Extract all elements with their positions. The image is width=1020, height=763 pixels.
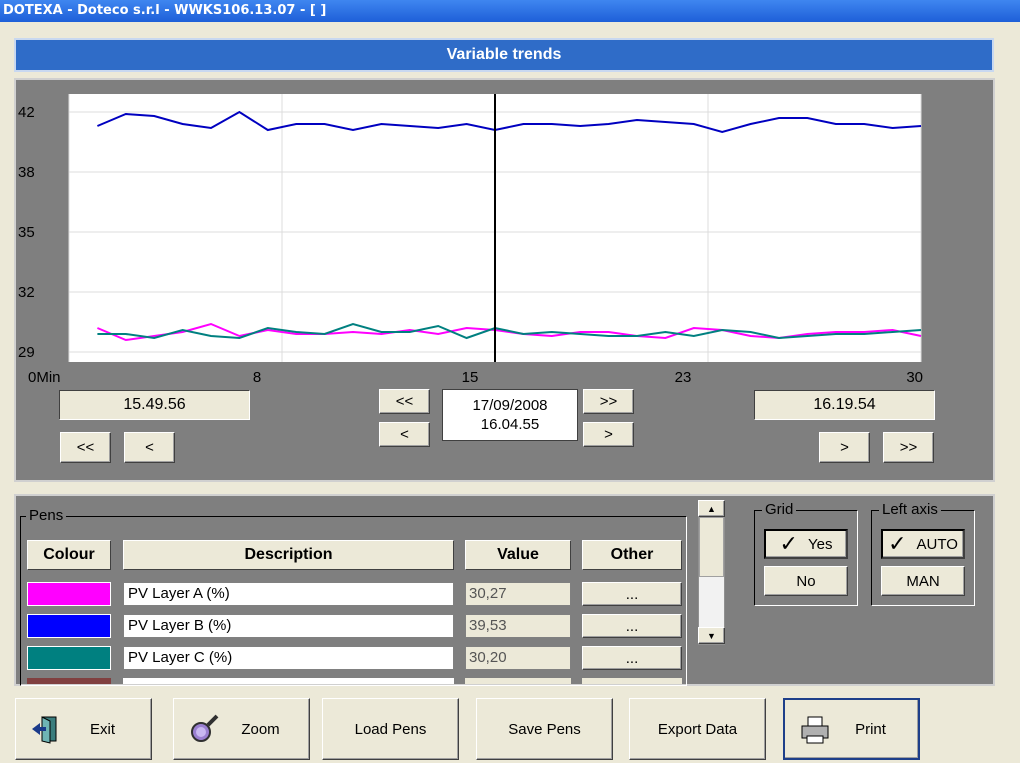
cursor-time: 16.04.55 [480, 416, 540, 433]
pen-description[interactable]: PV Layer B (%) [123, 614, 454, 638]
cursor-date: 17/09/2008 [472, 397, 548, 414]
pen-colour-swatch[interactable] [27, 614, 111, 638]
pen-row-partial [27, 678, 111, 684]
y-tick-label: 42 [18, 104, 35, 121]
zoom-label: Zoom [241, 720, 280, 738]
end-time-field: 16.19.54 [754, 390, 935, 420]
print-button[interactable]: Print [783, 698, 920, 760]
exit-door-icon [32, 716, 57, 744]
pen-value: 39,53 [465, 614, 571, 638]
pens-legend: Pens [26, 507, 67, 524]
y-tick-label: 35 [18, 224, 35, 241]
exit-button[interactable]: Exit [15, 698, 152, 760]
print-label: Print [855, 720, 886, 738]
x-axis-ticks: 0Min 8 15 23 30 [28, 369, 923, 386]
exit-label: Exit [89, 720, 115, 738]
x-tick-label: 15 [462, 369, 479, 386]
pen-row-partial-other [582, 678, 682, 684]
pen-value: 30,27 [465, 582, 571, 606]
cursor-back-button[interactable]: < [379, 422, 430, 447]
pen-row-partial-value [465, 678, 571, 684]
scroll-first-button[interactable]: << [60, 432, 111, 463]
y-tick-label: 32 [18, 284, 35, 301]
cursor-fast-forward-button[interactable]: >> [583, 389, 634, 414]
scroll-next-button[interactable]: > [819, 432, 870, 463]
y-tick-label: 29 [18, 344, 35, 361]
cursor-fast-back-button[interactable]: << [379, 389, 430, 414]
pen-description[interactable]: PV Layer A (%) [123, 582, 454, 606]
trend-chart: 42 38 35 32 29 0Min 8 15 23 30 [18, 94, 923, 386]
value-column-header: Value [465, 540, 571, 570]
page-title-label: Variable trends [446, 46, 562, 63]
export-data-button[interactable]: Export Data [629, 698, 766, 760]
scroll-down-arrow[interactable]: ▼ [698, 627, 725, 644]
scrollbar-thumb[interactable] [699, 517, 724, 577]
pen-description[interactable]: PV Layer C (%) [123, 646, 454, 670]
save-pens-button[interactable]: Save Pens [476, 698, 613, 760]
colour-column-header: Colour [27, 540, 111, 570]
axis-auto-button[interactable]: ✓ AUTO [881, 529, 965, 559]
page-title: Variable trends [14, 38, 994, 72]
scroll-up-arrow[interactable]: ▲ [698, 500, 725, 517]
window-title: DOTEXA - Doteco s.r.l - WWKS106.13.07 - … [0, 0, 1020, 22]
scroll-last-button[interactable]: >> [883, 432, 934, 463]
pen-value: 30,20 [465, 646, 571, 670]
left-axis-legend: Left axis [879, 501, 941, 518]
grid-no-button[interactable]: No [764, 566, 848, 596]
pen-other-button[interactable]: ... [582, 614, 682, 638]
pen-colour-swatch[interactable] [27, 582, 111, 606]
load-pens-button[interactable]: Load Pens [322, 698, 459, 760]
zoom-button[interactable]: Zoom [173, 698, 310, 760]
pen-other-button[interactable]: ... [582, 582, 682, 606]
x-tick-label: 8 [253, 369, 261, 386]
magnifier-icon [191, 714, 219, 742]
checkmark-icon: ✓ [888, 531, 907, 556]
pen-row-partial-desc [123, 678, 454, 684]
cursor-datetime: 17/09/2008 16.04.55 [442, 389, 578, 441]
start-time-value: 15.49.56 [123, 396, 186, 413]
grid-legend: Grid [762, 501, 797, 518]
pen-colour-swatch[interactable] [27, 646, 111, 670]
y-tick-label: 38 [18, 164, 35, 181]
end-time-value: 16.19.54 [813, 396, 876, 413]
checkmark-icon: ✓ [779, 531, 798, 556]
grid-yes-button[interactable]: ✓ Yes [764, 529, 848, 559]
printer-icon [801, 716, 829, 744]
x-tick-label: 30 [906, 369, 923, 386]
description-column-header: Description [123, 540, 454, 570]
axis-man-button[interactable]: MAN [881, 566, 965, 596]
x-tick-label: 23 [675, 369, 692, 386]
cursor-forward-button[interactable]: > [583, 422, 634, 447]
x-tick-label: 0Min [28, 369, 61, 386]
y-axis-ticks: 42 38 35 32 29 [18, 104, 35, 361]
pen-other-button[interactable]: ... [582, 646, 682, 670]
start-time-field: 15.49.56 [59, 390, 250, 420]
axis-auto-label: AUTO [916, 535, 958, 553]
scroll-prev-button[interactable]: < [124, 432, 175, 463]
grid-yes-label: Yes [807, 535, 833, 553]
other-column-header: Other [582, 540, 682, 570]
